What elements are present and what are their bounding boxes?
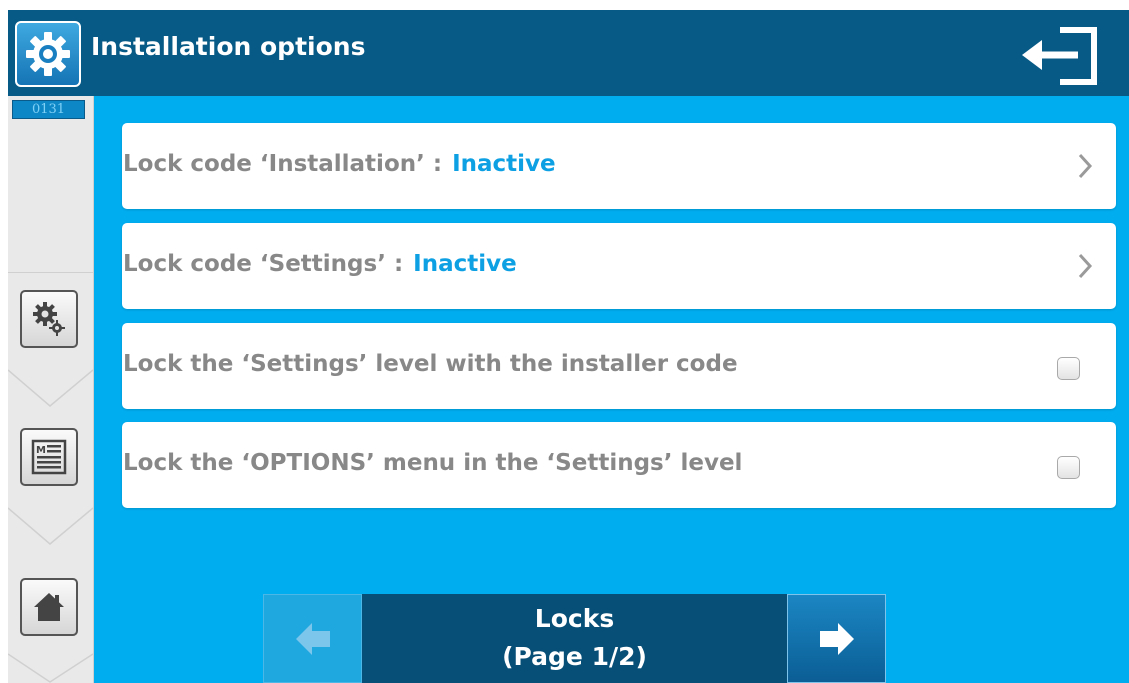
home-icon: [34, 593, 64, 621]
next-page-button[interactable]: [787, 594, 886, 683]
option-lock-options-menu[interactable]: Lock the ‘OPTIONS’ menu in the ‘Settings…: [122, 422, 1116, 508]
section-title: Locks: [534, 604, 615, 633]
option-label: Lock the ‘OPTIONS’ menu in the ‘Settings…: [123, 450, 743, 476]
gears-icon: [33, 302, 65, 336]
option-label: Lock the ‘Settings’ level with the insta…: [123, 351, 738, 377]
home-tab-button[interactable]: [20, 578, 78, 636]
previous-page-button[interactable]: [263, 594, 362, 683]
sidebar-tab-settings[interactable]: [8, 272, 93, 410]
arrow-left-icon: [296, 623, 330, 655]
lock-options-menu-checkbox[interactable]: [1057, 456, 1080, 479]
chevron-right-icon: [1078, 153, 1093, 179]
tab-pointer-icon: [8, 507, 93, 545]
settings-tab-button[interactable]: [20, 290, 78, 348]
svg-text:M: M: [36, 445, 46, 456]
exit-button[interactable]: [1016, 18, 1106, 88]
page-title: Installation options: [91, 32, 366, 61]
menu-list-icon: M: [31, 439, 67, 475]
pager-title: Locks (Page 1/2): [362, 594, 787, 683]
menu-tab-button[interactable]: M: [20, 428, 78, 486]
settings-gear-button[interactable]: [15, 21, 81, 87]
option-lock-code-settings[interactable]: Lock code ‘Settings’ : Inactive: [122, 223, 1116, 309]
tab-pointer-icon: [8, 369, 93, 407]
code-badge: 0131: [12, 100, 85, 119]
sidebar-tab-menu[interactable]: M: [8, 410, 93, 548]
option-label: Lock code ‘Installation’ : Inactive: [123, 151, 556, 177]
option-label: Lock code ‘Settings’ : Inactive: [123, 251, 517, 277]
tab-pointer-icon: [8, 653, 93, 683]
app-screen: Installation options 0131 M Lock code ‘I…: [8, 10, 1129, 683]
exit-icon: [1022, 27, 1097, 85]
sidebar: 0131 M: [8, 96, 94, 683]
sidebar-tab-home[interactable]: [8, 548, 93, 683]
header-bar: Installation options: [8, 10, 1129, 96]
status-value: Inactive: [413, 251, 517, 277]
chevron-right-icon: [1078, 253, 1093, 279]
arrow-right-icon: [820, 623, 854, 655]
option-lock-code-installation[interactable]: Lock code ‘Installation’ : Inactive: [122, 123, 1116, 209]
option-lock-settings-level[interactable]: Lock the ‘Settings’ level with the insta…: [122, 323, 1116, 409]
gear-icon: [26, 32, 70, 76]
page-indicator: (Page 1/2): [502, 642, 647, 671]
lock-settings-level-checkbox[interactable]: [1057, 357, 1080, 380]
status-value: Inactive: [452, 151, 556, 177]
